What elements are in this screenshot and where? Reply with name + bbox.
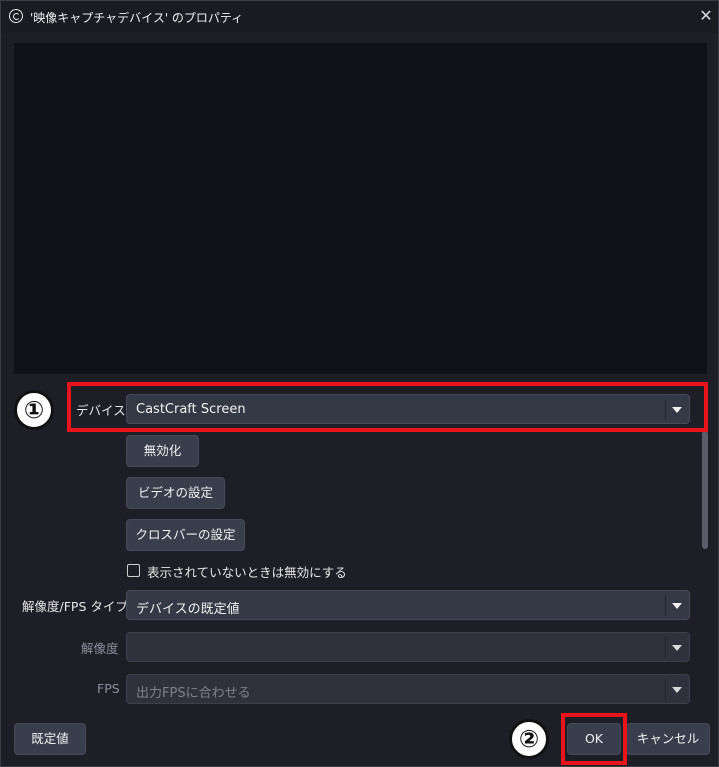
chevron-down-icon	[672, 687, 682, 693]
properties-dialog: '映像キャプチャデバイス' のプロパティ ✕ デバイス CastCraft Sc…	[0, 0, 719, 767]
deactivate-when-hidden-checkbox[interactable]	[127, 564, 140, 577]
title-bar: '映像キャプチャデバイス' のプロパティ ✕	[1, 1, 718, 33]
resolution-type-select[interactable]: デバイスの既定値	[126, 590, 690, 620]
dropdown-separator	[665, 637, 666, 658]
cancel-button[interactable]: キャンセル	[626, 723, 710, 755]
resolution-select[interactable]	[126, 632, 690, 662]
deactivate-button[interactable]: 無効化	[126, 435, 199, 467]
preview-area	[14, 43, 707, 374]
video-settings-button[interactable]: ビデオの設定	[126, 477, 225, 509]
resolution-type-value: デバイスの既定値	[136, 602, 240, 617]
chevron-down-icon	[672, 603, 682, 609]
deactivate-when-hidden-label: 表示されていないときは無効にする	[147, 565, 347, 580]
step-marker-1: ①	[14, 390, 54, 430]
window-title: '映像キャプチャデバイス' のプロパティ	[30, 11, 244, 25]
highlight-box-ok	[561, 713, 627, 765]
fps-select[interactable]: 出力FPSに合わせる	[126, 674, 690, 704]
highlight-box-device	[67, 382, 708, 432]
defaults-button[interactable]: 既定値	[14, 723, 86, 755]
dropdown-separator	[665, 595, 666, 616]
chevron-down-icon	[672, 645, 682, 651]
fps-label: FPS	[97, 681, 120, 696]
step-marker-2: ②	[509, 719, 549, 759]
dropdown-separator	[665, 679, 666, 700]
resolution-label: 解像度	[81, 641, 119, 656]
form-scrollbar[interactable]	[702, 431, 708, 549]
crossbar-settings-button[interactable]: クロスバーの設定	[126, 519, 245, 551]
resolution-type-label: 解像度/FPS タイプ	[22, 599, 128, 614]
close-icon[interactable]: ✕	[695, 5, 717, 27]
fps-value: 出力FPSに合わせる	[136, 686, 251, 701]
obs-icon	[9, 9, 23, 23]
